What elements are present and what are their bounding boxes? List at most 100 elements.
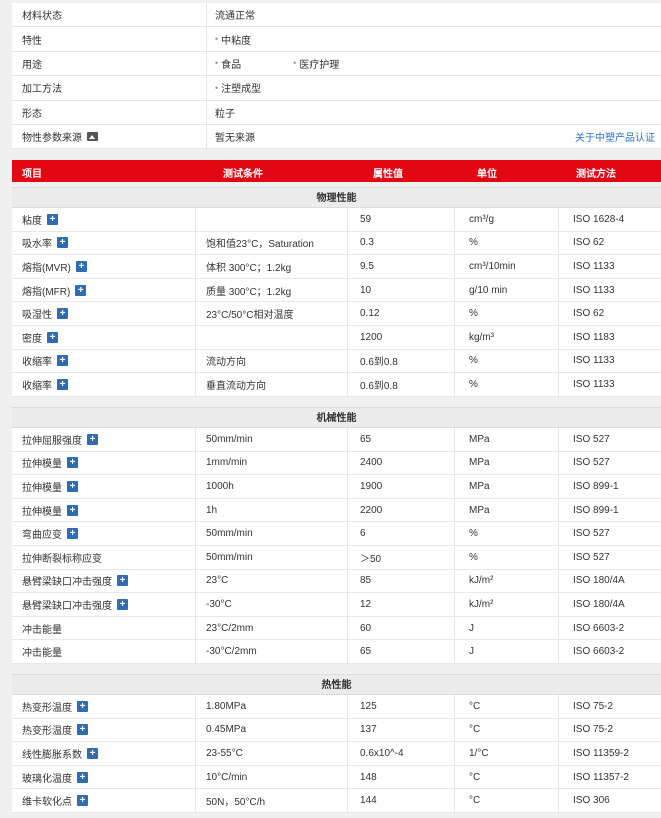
table-row: 拉伸屈服强度 +50mm/min 65 MPa ISO 527	[12, 428, 661, 452]
test-condition-cell: 23-55°C	[195, 742, 347, 765]
info-label-text: 材料状态	[22, 11, 62, 23]
info-label: 特性	[12, 27, 207, 51]
test-method: ISO 306	[573, 795, 610, 807]
property-name-cell: 拉伸模量 +	[12, 499, 195, 522]
property-unit-cell: kg/m³	[454, 325, 558, 349]
test-method-cell: ISO 180/4A	[558, 569, 661, 593]
property-unit: J	[469, 622, 474, 634]
add-compare-icon[interactable]: +	[75, 284, 87, 296]
property-name-cell: 吸湿性 +	[12, 302, 195, 325]
property-value: 144	[360, 795, 377, 807]
test-method-cell: ISO 62	[558, 302, 661, 325]
add-compare-icon[interactable]: +	[57, 308, 68, 320]
table-row: 熔指(MVR) + 体积 300°C；1.2kg 9.5 cm³/10min ISO 11…	[12, 255, 661, 279]
property-name-cell: 维卡软化点 +	[12, 789, 195, 812]
add-compare-icon[interactable]: +	[87, 747, 98, 759]
property-value: 0.6x10^-4	[360, 747, 404, 759]
property-value-cell: 85	[347, 569, 454, 593]
add-compare-icon[interactable]: +	[77, 771, 88, 783]
header-unit: 单位	[477, 169, 497, 180]
property-value-cell: 60	[347, 616, 454, 640]
test-condition-cell: 1h	[195, 498, 347, 522]
info-label: 物性参数来源	[12, 124, 207, 149]
test-condition: 23°C/50°C相对温度	[206, 310, 294, 322]
property-value: 2400	[360, 457, 383, 469]
property-unit: 1/°C	[469, 747, 489, 759]
test-condition: 23°C	[206, 575, 229, 587]
property-unit-cell: °C	[454, 789, 558, 812]
test-method: ISO 180/4A	[573, 575, 625, 587]
table-row: 热变形温度 +1.80MPa 125 °C ISO 75-2	[12, 695, 661, 719]
info-row: 材料状态 流通正常	[12, 3, 661, 28]
info-row: 物性参数来源 暂无来源 关于中塑产品认证	[12, 124, 661, 150]
property-value: 0.6到0.8	[360, 357, 398, 369]
test-condition: -30°C	[206, 598, 232, 610]
property-name-cell: 热变形温度 +	[12, 719, 195, 742]
add-compare-icon[interactable]: +	[57, 378, 68, 390]
test-method: ISO 11357-2	[573, 771, 629, 783]
test-method-cell: ISO 6603-2	[558, 640, 661, 663]
test-condition: 饱和值23°C，Saturation	[206, 239, 314, 251]
add-compare-icon[interactable]: +	[47, 213, 58, 225]
property-value: 85	[360, 575, 372, 587]
add-compare-icon[interactable]: +	[77, 795, 88, 807]
property-name: 吸水率	[22, 239, 52, 251]
property-name: 熔指(MFR)	[22, 286, 71, 298]
section-title: 机械性能	[12, 407, 661, 428]
test-condition-cell: 体积 300°C；1.2kg	[195, 255, 347, 278]
add-compare-icon[interactable]: +	[75, 260, 87, 272]
add-compare-icon[interactable]: +	[87, 433, 98, 445]
add-compare-icon[interactable]: +	[67, 528, 78, 540]
property-value-cell: 0.6到0.8	[347, 349, 454, 373]
property-value-cell: 65	[347, 640, 454, 663]
property-unit-cell: %	[454, 302, 558, 325]
add-compare-icon[interactable]: +	[67, 480, 78, 492]
property-name-cell: 拉伸模量 +	[12, 452, 195, 475]
add-compare-icon[interactable]: +	[67, 504, 78, 516]
image-icon	[87, 132, 98, 142]
property-unit-cell: MPa	[454, 451, 558, 475]
test-method-cell: ISO 11359-2	[558, 742, 661, 765]
test-condition: 体积 300°C；1.2kg	[206, 262, 292, 274]
add-compare-icon[interactable]: +	[117, 598, 128, 610]
test-method: ISO 899-1	[573, 504, 619, 516]
header-item: 项目	[22, 169, 42, 180]
table-row: 吸水率 + 饱和值23°C，Saturation 0.3% ISO 62	[12, 231, 661, 256]
test-condition: 50mm/min	[206, 528, 253, 540]
property-name: 收缩率	[22, 380, 52, 392]
property-value-cell: 0.3	[347, 231, 454, 255]
test-condition: 23-55°C	[206, 747, 243, 759]
add-compare-icon[interactable]: +	[117, 575, 128, 587]
property-value-cell: 12	[347, 593, 454, 616]
property-unit: %	[469, 378, 478, 390]
test-method: ISO 62	[573, 237, 605, 249]
add-compare-icon[interactable]: +	[67, 457, 78, 469]
test-condition-cell	[195, 325, 347, 349]
property-value: 65	[360, 433, 372, 445]
property-name-cell: 弯曲应变 +	[12, 522, 195, 545]
add-compare-icon[interactable]: +	[77, 724, 88, 736]
table-row: 熔指(MFR) + 质量 300°C；1.2kg 10 g/10 min ISO 1133	[12, 278, 661, 303]
section-title: 热性能	[12, 674, 661, 695]
add-compare-icon[interactable]: +	[77, 700, 88, 712]
property-value-cell: 65	[347, 428, 454, 451]
property-value-cell: 2200	[347, 498, 454, 522]
info-value: 中粘度	[207, 27, 661, 50]
add-compare-icon[interactable]: +	[47, 331, 58, 343]
certification-link[interactable]: 关于中塑产品认证	[575, 129, 655, 144]
info-value-item: 粒子	[215, 108, 235, 120]
property-value: 59	[360, 213, 372, 225]
info-label-text: 特性	[22, 35, 42, 47]
property-value: 148	[360, 771, 377, 783]
test-method-cell: ISO 1183	[558, 325, 661, 349]
property-unit-cell: MPa	[454, 428, 558, 451]
property-name: 拉伸断裂标称应变	[22, 553, 102, 565]
test-condition-cell: 10°C/min	[195, 765, 347, 789]
property-value-cell: 148	[347, 765, 454, 789]
add-compare-icon[interactable]: +	[57, 237, 68, 249]
header-method: 测试方法	[576, 169, 616, 180]
table-row: 收缩率 + 流动方向 0.6到0.8% ISO 1133	[12, 349, 661, 374]
table-row: 热变形温度 +0.45MPa 137 °C ISO 75-2	[12, 718, 661, 743]
add-compare-icon[interactable]: +	[57, 355, 68, 367]
property-value-cell: 1200	[347, 325, 454, 349]
